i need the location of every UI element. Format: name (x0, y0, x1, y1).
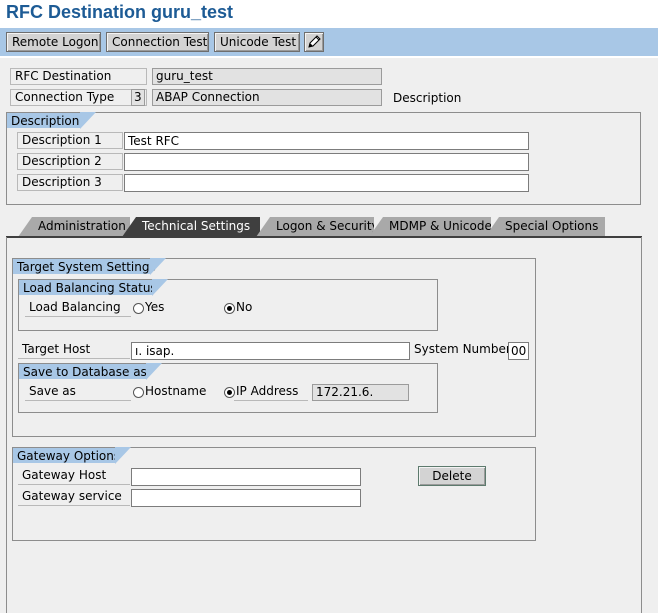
edit-button[interactable] (304, 32, 324, 52)
target-host-label: Target Host (18, 342, 130, 359)
tab-logon-security[interactable]: Logon & Security (256, 217, 374, 237)
unicode-test-button[interactable]: Unicode Test (214, 32, 300, 52)
description-1-label: Description 1 (17, 132, 123, 149)
load-balancing-no-label: No (236, 300, 253, 314)
connection-type-field: ABAP Connection (152, 89, 382, 106)
tab-mdmp-unicode[interactable]: MDMP & Unicode (369, 217, 491, 237)
load-balancing-label: Load Balancing (25, 300, 131, 317)
page-title: RFC Destination guru_test (6, 2, 234, 22)
description-3-input[interactable] (124, 174, 529, 192)
rfc-destination-field: guru_test (152, 68, 382, 85)
description-1-input[interactable]: Test RFC (124, 132, 529, 150)
load-balancing-yes-label: Yes (145, 300, 165, 314)
save-to-db-group-title: Save to Database as (18, 363, 162, 380)
connection-test-button[interactable]: Connection Test (106, 32, 209, 52)
system-number-label: System Number (414, 342, 511, 356)
rfc-destination-label: RFC Destination (10, 68, 147, 85)
remote-logon-button[interactable]: Remote Logon (6, 32, 101, 52)
tab-technical-settings[interactable]: Technical Settings (122, 217, 260, 237)
connection-type-code-field: 3 (131, 89, 145, 106)
ip-address-field: 172.21.6. (312, 384, 409, 401)
gateway-group-title: Gateway Options (12, 447, 131, 464)
pencil-icon (308, 35, 321, 48)
description-2-label: Description 2 (17, 153, 123, 170)
tab-administration[interactable]: Administration (18, 217, 130, 237)
save-as-hostname-label: Hostname (145, 384, 207, 398)
description-link: Description (393, 91, 462, 105)
description-2-input[interactable] (124, 153, 529, 171)
description-3-label: Description 3 (17, 174, 123, 191)
gateway-host-label: Gateway Host (18, 468, 130, 485)
description-group-title: Description (6, 112, 96, 129)
application-toolbar: Remote Logon Connection Test Unicode Tes… (0, 28, 658, 56)
save-as-label: Save as (25, 384, 131, 401)
gateway-service-label: Gateway service (18, 489, 130, 506)
target-host-input[interactable]: ı. isap. (131, 342, 410, 360)
connection-type-label: Connection Type (10, 89, 147, 106)
load-balancing-group-title: Load Balancing Status (18, 279, 168, 296)
gateway-host-input[interactable] (131, 468, 361, 486)
tab-special-options[interactable]: Special Options (485, 217, 605, 237)
gateway-service-input[interactable] (131, 489, 361, 507)
target-system-group-title: Target System Settings (12, 258, 166, 275)
save-as-ip-label: IP Address (234, 384, 308, 401)
system-number-input[interactable]: 00 (508, 342, 529, 360)
delete-button[interactable]: Delete (418, 466, 486, 486)
